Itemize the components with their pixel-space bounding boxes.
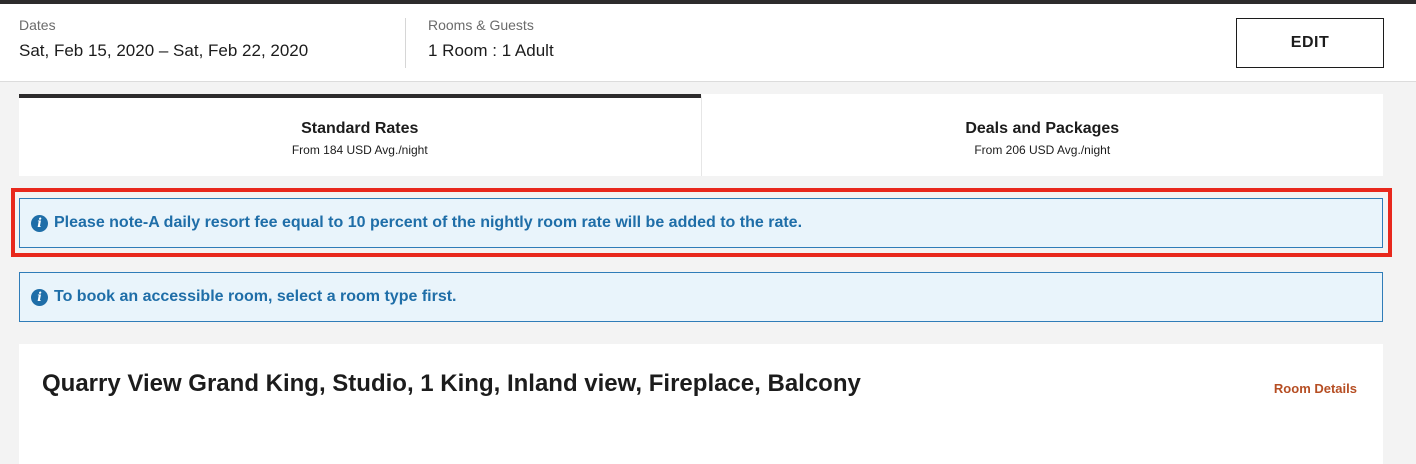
tab-title: Standard Rates	[301, 120, 419, 137]
tab-subtitle: From 206 USD Avg./night	[974, 143, 1111, 157]
notice-text: Please note-A daily resort fee equal to …	[54, 214, 803, 231]
rooms-guests-label: Rooms & Guests	[428, 17, 534, 33]
accessible-room-notice: i To book an accessible room, select a r…	[19, 272, 1383, 322]
tab-standard-rates[interactable]: Standard Rates From 184 USD Avg./night	[19, 94, 701, 176]
search-summary-bar: Dates Sat, Feb 15, 2020 – Sat, Feb 22, 2…	[0, 4, 1416, 82]
rate-tabs: Standard Rates From 184 USD Avg./night D…	[19, 94, 1383, 176]
room-card: Quarry View Grand King, Studio, 1 King, …	[19, 344, 1383, 464]
tab-deals-and-packages[interactable]: Deals and Packages From 206 USD Avg./nig…	[700, 94, 1384, 176]
dates-label: Dates	[19, 17, 56, 33]
rooms-guests-value: 1 Room : 1 Adult	[428, 41, 554, 60]
info-icon: i	[31, 288, 48, 306]
tab-subtitle: From 184 USD Avg./night	[291, 143, 428, 157]
info-icon: i	[31, 214, 48, 232]
tab-title: Deals and Packages	[965, 120, 1120, 137]
room-title: Quarry View Grand King, Studio, 1 King, …	[42, 370, 861, 397]
edit-search-button[interactable]: EDIT	[1236, 18, 1384, 68]
room-details-link[interactable]: Room Details	[1274, 381, 1357, 396]
dates-value: Sat, Feb 15, 2020 – Sat, Feb 22, 2020	[19, 41, 309, 60]
rooms-guests-summary[interactable]: Rooms & Guests 1 Room : 1 Adult	[428, 16, 554, 62]
dates-summary[interactable]: Dates Sat, Feb 15, 2020 – Sat, Feb 22, 2…	[19, 16, 308, 62]
summary-divider	[405, 18, 406, 68]
notice-text: To book an accessible room, select a roo…	[54, 288, 457, 305]
resort-fee-notice: i Please note-A daily resort fee equal t…	[19, 198, 1383, 248]
